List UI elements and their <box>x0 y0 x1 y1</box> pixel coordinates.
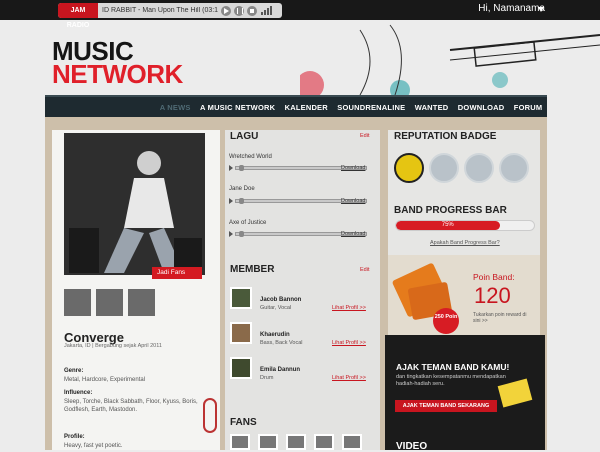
member-avatar[interactable] <box>230 322 252 344</box>
invite-description: dan tingkatkan kesempatanmu mendapatkan … <box>396 374 506 387</box>
main-nav: A NEWS A MUSIC NETWORK KALENDER SOUNDREN… <box>45 95 547 117</box>
nav-item-wanted[interactable]: WANTED <box>415 103 449 112</box>
download-link[interactable]: Download <box>341 231 365 237</box>
radio-player: JAM RADIO ID RABBIT - Man Upon The Hill … <box>58 3 282 29</box>
nav-item-music-network[interactable]: A MUSIC NETWORK <box>200 103 275 112</box>
song-title: Axe of Justice <box>229 220 267 226</box>
fan-avatar[interactable] <box>230 434 250 450</box>
radio-label[interactable]: JAM RADIO <box>58 3 98 29</box>
paperclip-decoration <box>203 398 217 433</box>
nav-item-forum[interactable]: FORUM <box>514 103 543 112</box>
invite-title: AJAK TEMAN BAND KAMU! <box>396 362 510 372</box>
nav-item-kalender[interactable]: KALENDER <box>285 103 328 112</box>
member-role: Drum <box>260 375 274 381</box>
lagu-edit-link[interactable]: Edit <box>360 133 369 139</box>
thumbnail[interactable] <box>96 289 123 316</box>
fan-avatar[interactable] <box>258 434 278 450</box>
member-profile-link[interactable]: Lihat Profil >> <box>332 340 366 346</box>
member-profile-link[interactable]: Lihat Profil >> <box>332 375 366 381</box>
nav-item-download[interactable]: DOWNLOAD <box>458 103 505 112</box>
progress-fill: 75% <box>396 221 500 230</box>
reputation-heading: REPUTATION BADGE <box>394 131 497 142</box>
reputation-badges <box>394 153 529 183</box>
logo-line2: NETWORK <box>52 59 183 89</box>
band-photo <box>64 133 205 275</box>
song-title: Wretched World <box>229 154 272 160</box>
member-name: Emila Dannun <box>260 367 301 373</box>
thumbnail[interactable] <box>128 289 155 316</box>
band-progress-bar: 75% <box>395 220 535 231</box>
stop-icon[interactable] <box>247 5 257 16</box>
member-edit-link[interactable]: Edit <box>360 267 369 273</box>
fans-heading: FANS <box>230 417 257 428</box>
member-heading: MEMBER <box>230 264 275 275</box>
badge-icon[interactable] <box>499 153 529 183</box>
member-name: Khaerudin <box>260 332 290 338</box>
jadi-fans-button[interactable]: Jadi Fans <box>152 267 202 279</box>
nav-item-news[interactable]: A NEWS <box>160 103 191 112</box>
play-icon[interactable] <box>229 198 233 204</box>
volume-icon[interactable] <box>261 6 272 15</box>
site-logo[interactable]: MUSIC NETWORK <box>52 38 183 89</box>
fans-list <box>230 434 362 450</box>
ticket-poin-badge: 250 Poin <box>433 308 459 334</box>
member-avatar[interactable] <box>230 357 252 379</box>
pause-icon[interactable] <box>234 5 244 16</box>
poin-label: Poin Band: <box>473 272 515 282</box>
genre-value: Metal, Hardcore, Experimental <box>64 377 146 383</box>
nav-item-soundrenaline[interactable]: SOUNDRENALINE <box>337 103 405 112</box>
user-greeting[interactable]: Hi, Namanama <box>478 3 545 14</box>
play-icon[interactable] <box>221 5 231 16</box>
thumbnail[interactable] <box>64 289 91 316</box>
now-playing: ID RABBIT - Man Upon The Hill (03:15) <box>102 7 218 14</box>
guitarist-badge-icon[interactable] <box>394 153 424 183</box>
band-thumbnails <box>64 289 155 316</box>
guitar-sketch-art <box>300 24 600 100</box>
download-link[interactable]: Download <box>341 165 365 171</box>
profile-value: Heavy, fast yet poetic. <box>64 443 123 449</box>
play-icon[interactable] <box>229 231 233 237</box>
fan-avatar[interactable] <box>286 434 306 450</box>
video-heading: VIDEO <box>396 441 428 452</box>
influence-value: Sleep, Torche, Black Sabbath, Floor, Kyu… <box>64 399 198 413</box>
download-link[interactable]: Download <box>341 198 365 204</box>
chevron-down-icon[interactable] <box>538 7 544 12</box>
influence-label: Influence: <box>64 390 93 396</box>
fan-avatar[interactable] <box>314 434 334 450</box>
member-role: Guitar, Vocal <box>260 305 292 311</box>
member-avatar[interactable] <box>230 287 252 309</box>
member-profile-link[interactable]: Lihat Profil >> <box>332 305 366 311</box>
play-icon[interactable] <box>229 165 233 171</box>
progress-info-link[interactable]: Apakah Band Progress Bar? <box>430 240 500 246</box>
poin-description[interactable]: Tukarkan poin reward di sini >> <box>473 312 535 324</box>
member-name: Jacob Bannon <box>260 297 302 303</box>
invite-button[interactable]: AJAK TEMAN BAND SEKARANG <box>395 400 497 412</box>
poin-value: 120 <box>474 283 511 308</box>
lagu-heading: LAGU <box>230 131 259 142</box>
progress-heading: BAND PROGRESS BAR <box>394 205 507 216</box>
band-subtitle: Jakarta, ID | Bergabung sejak April 2011 <box>64 343 162 349</box>
member-role: Bass, Back Vocal <box>260 340 303 346</box>
profile-label: Profile: <box>64 434 85 440</box>
badge-icon[interactable] <box>429 153 459 183</box>
song-title: Jane Doe <box>229 186 255 192</box>
badge-icon[interactable] <box>464 153 494 183</box>
genre-label: Genre: <box>64 368 84 374</box>
fan-avatar[interactable] <box>342 434 362 450</box>
